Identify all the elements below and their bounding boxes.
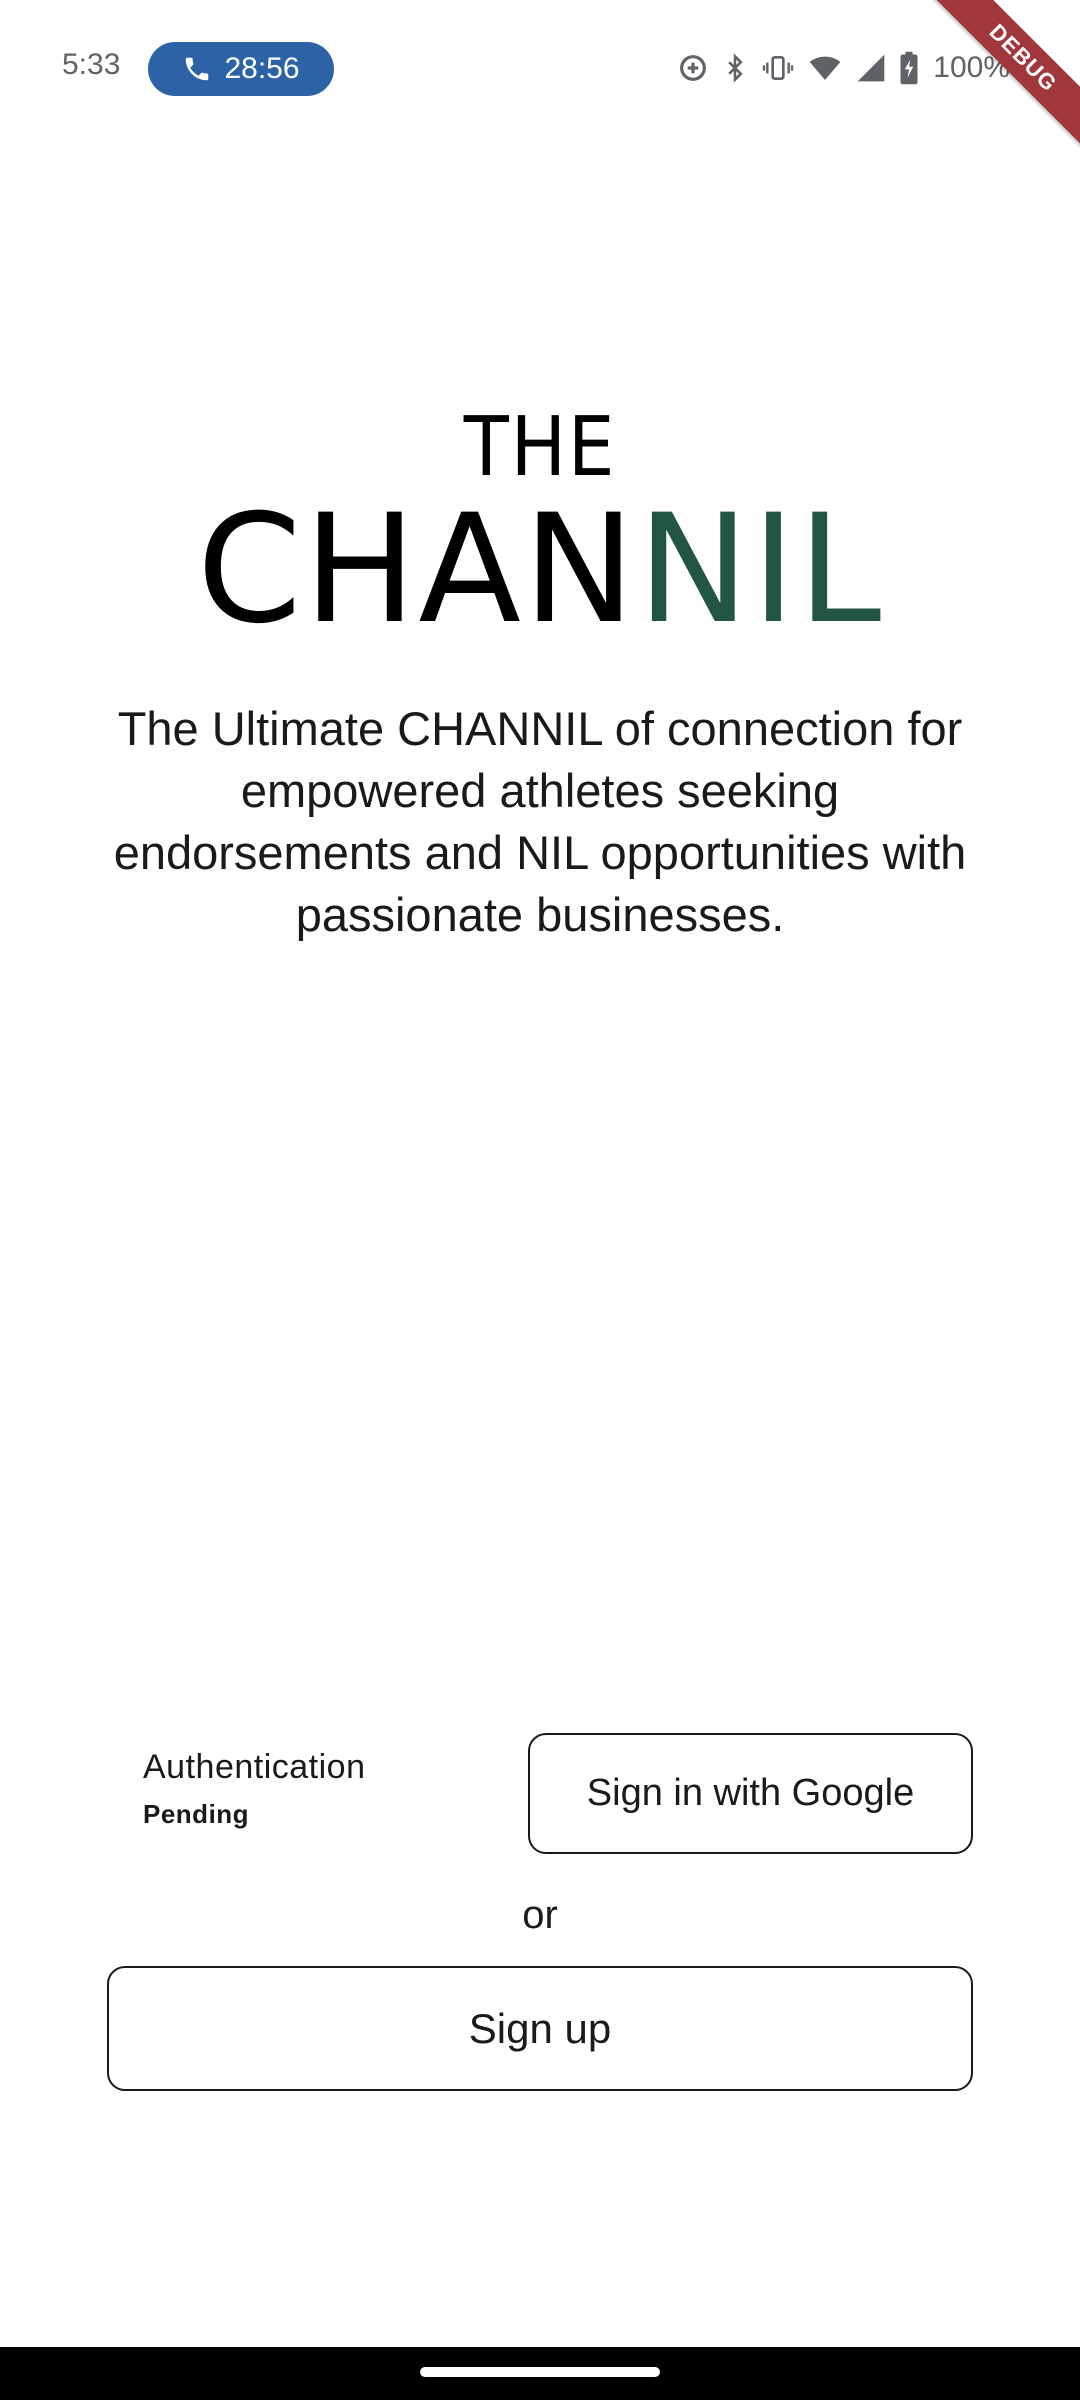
or-divider-text: or — [522, 1893, 558, 1937]
cellular-signal-icon — [857, 54, 885, 82]
tagline: The Ultimate CHANNIL of connection for e… — [113, 702, 967, 941]
auth-status-title: Authentication — [143, 1748, 366, 1786]
wifi-icon — [809, 56, 841, 80]
logo-chan: CHAN — [196, 483, 638, 657]
status-bar: 5:33 28:56 100% — [0, 0, 1080, 136]
data-saver-icon — [680, 55, 707, 81]
sign-up-button[interactable]: Sign up — [107, 1966, 973, 2091]
logo-the: THE — [463, 400, 617, 495]
auth-status: Authentication Pending — [143, 1748, 366, 1830]
home-gesture-handle[interactable] — [420, 2367, 660, 2377]
status-time: 5:33 — [62, 48, 121, 81]
phone-icon — [186, 57, 209, 81]
battery-charging-icon — [900, 51, 918, 85]
call-timer: 28:56 — [224, 52, 300, 85]
logo-channil: CHANNIL — [0, 490, 1080, 650]
sign-in-with-google-button[interactable]: Sign in with Google — [528, 1733, 973, 1854]
bluetooth-icon — [728, 53, 743, 83]
auth-status-value: Pending — [143, 1799, 250, 1829]
status-icons: 100% — [677, 46, 1010, 90]
vibrate-icon — [763, 56, 794, 80]
logo-nil: NIL — [637, 483, 884, 657]
ongoing-call-chip[interactable]: 28:56 — [148, 42, 334, 96]
